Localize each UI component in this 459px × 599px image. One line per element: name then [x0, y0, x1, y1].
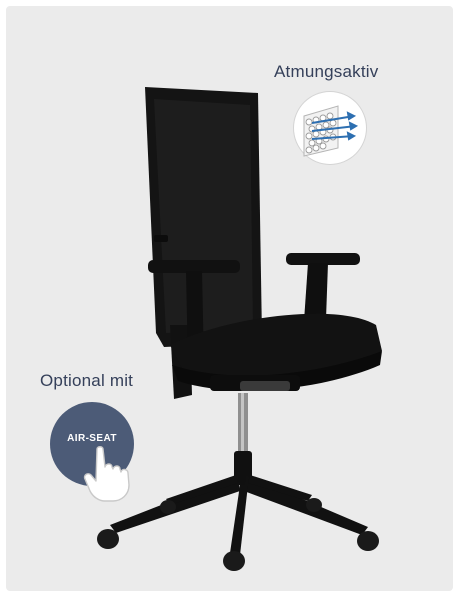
air-seat-label: AIR-SEAT	[67, 432, 117, 444]
optional-label: Optional mit	[40, 371, 134, 390]
breathable-label: Atmungsaktiv	[274, 62, 379, 81]
pointing-hand-icon	[83, 446, 130, 502]
breathable-mesh-icon	[294, 92, 366, 164]
